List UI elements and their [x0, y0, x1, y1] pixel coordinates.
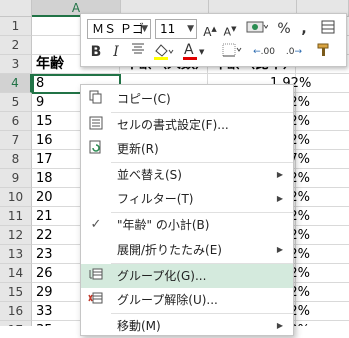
menu-item-subtotal[interactable]: ✓ "年齢" の小計(B): [81, 213, 293, 237]
menu-item-sort[interactable]: 並べ替え(S) ▶: [81, 163, 293, 187]
menu-item-label: セルの書式設定(F)...: [117, 118, 229, 132]
row-header[interactable]: 5: [0, 93, 32, 112]
row-header[interactable]: 4: [0, 74, 32, 93]
cell-a[interactable]: 22: [36, 226, 53, 245]
menu-item-group[interactable]: グループ化(G)...: [81, 264, 293, 288]
cell-a[interactable]: 20: [36, 188, 53, 207]
menu-item-label: 移動(M): [117, 319, 161, 333]
menu-item-label: 更新(R): [117, 142, 159, 156]
row-header[interactable]: 8: [0, 150, 32, 169]
group-icon: [87, 267, 105, 285]
font-color-icon[interactable]: A ▼: [181, 42, 207, 62]
menu-item-label: 展開/折りたたみ(E): [117, 243, 222, 257]
row-header[interactable]: 14: [0, 264, 32, 283]
decrease-font-icon[interactable]: A▼: [221, 19, 239, 39]
cell-a[interactable]: 26: [36, 264, 53, 283]
increase-decimal-label: .00: [260, 47, 275, 57]
row-header[interactable]: 6: [0, 112, 32, 131]
font-name-value: ＭＳ Ｐゴ: [92, 22, 144, 36]
row-header[interactable]: 7: [0, 131, 32, 150]
decrease-decimal-label: .0: [285, 47, 295, 57]
cell-a[interactable]: 21: [36, 207, 53, 226]
menu-item-expand-collapse[interactable]: 展開/折りたたみ(E) ▶: [81, 238, 293, 262]
italic-button[interactable]: I: [107, 42, 125, 62]
cell-a[interactable]: 15: [36, 112, 53, 131]
row-header[interactable]: 3: [0, 55, 32, 74]
cell-a[interactable]: 18: [36, 169, 53, 188]
cell-a[interactable]: 17: [36, 150, 53, 169]
submenu-arrow-icon: ▶: [276, 194, 283, 203]
menu-item-label: グループ化(G)...: [117, 269, 207, 283]
submenu-arrow-icon: ▶: [276, 321, 283, 330]
menu-item-label: フィルター(T): [117, 192, 194, 206]
row-header[interactable]: 16: [0, 302, 32, 321]
percent-style-button[interactable]: %: [275, 19, 293, 39]
font-size-value: 11: [160, 22, 176, 36]
cell-a[interactable]: 16: [36, 131, 53, 150]
submenu-arrow-icon: ▶: [276, 170, 283, 179]
chevron-down-icon: ▼: [141, 24, 148, 34]
align-center-icon[interactable]: [129, 42, 147, 62]
row-header[interactable]: 12: [0, 226, 32, 245]
menu-item-ungroup[interactable]: グループ解除(U)...: [81, 288, 293, 312]
menu-item-label: コピー(C): [117, 92, 171, 106]
font-color-swatch: [183, 57, 197, 60]
menu-item-move[interactable]: 移動(M) ▶: [81, 314, 293, 338]
row-header[interactable]: 15: [0, 283, 32, 302]
check-icon: ✓: [90, 217, 102, 232]
row-header[interactable]: 13: [0, 245, 32, 264]
context-menu: コピー(C) セルの書式設定(F)... 更新(R) 並べ替え(S) ▶ フィル…: [80, 84, 294, 336]
cell-a[interactable]: 35: [36, 321, 53, 326]
cell-a3[interactable]: 年齢: [36, 55, 64, 74]
increase-decimal-button[interactable]: ←.00: [251, 42, 277, 62]
font-name-box[interactable]: ＭＳ Ｐゴ ▼: [87, 19, 151, 39]
cell-a[interactable]: 33: [36, 302, 53, 321]
chevron-down-icon: ▼: [199, 48, 205, 56]
font-size-box[interactable]: 11 ▼: [155, 19, 197, 39]
menu-item-label: グループ解除(U)...: [117, 293, 218, 307]
copy-icon: [87, 90, 105, 108]
increase-font-icon[interactable]: A▲: [201, 19, 219, 39]
ungroup-icon: [87, 291, 105, 309]
row-header[interactable]: 11: [0, 207, 32, 226]
menu-item-label: "年齢" の小計(B): [117, 218, 210, 232]
cell-a[interactable]: 29: [36, 283, 53, 302]
bold-button[interactable]: B: [87, 42, 105, 62]
chevron-down-icon: ▼: [187, 24, 194, 34]
submenu-arrow-icon: ▶: [276, 245, 283, 254]
menu-item-filter[interactable]: フィルター(T) ▶: [81, 187, 293, 211]
menu-item-label: 並べ替え(S): [117, 168, 182, 182]
cell-a[interactable]: 23: [36, 245, 53, 264]
menu-item-refresh[interactable]: 更新(R): [81, 137, 293, 161]
comma-style-button[interactable]: ,: [295, 19, 313, 39]
row-header[interactable]: 17: [0, 321, 32, 326]
cell-a[interactable]: 9: [36, 93, 44, 112]
format-painter-icon[interactable]: [315, 42, 333, 62]
borders-icon[interactable]: [221, 42, 243, 62]
menu-item-format-cells[interactable]: セルの書式設定(F)...: [81, 113, 293, 137]
accounting-format-icon[interactable]: [245, 19, 269, 39]
row-header[interactable]: 2: [0, 36, 32, 55]
mini-toolbar: ＭＳ Ｐゴ ▼ 11 ▼ A▲ A▼ % , B I A ▼ ←.00 .0→: [80, 13, 347, 67]
menu-item-copy[interactable]: コピー(C): [81, 87, 293, 111]
fill-color-icon[interactable]: [151, 42, 175, 62]
decrease-decimal-button[interactable]: .0→: [281, 42, 307, 62]
row-header[interactable]: 1: [0, 17, 32, 36]
format-icon[interactable]: [319, 19, 337, 39]
format-cells-icon: [87, 116, 105, 134]
select-all-corner[interactable]: [0, 0, 32, 17]
refresh-icon: [87, 140, 105, 158]
row-header[interactable]: 10: [0, 188, 32, 207]
row-header[interactable]: 9: [0, 169, 32, 188]
